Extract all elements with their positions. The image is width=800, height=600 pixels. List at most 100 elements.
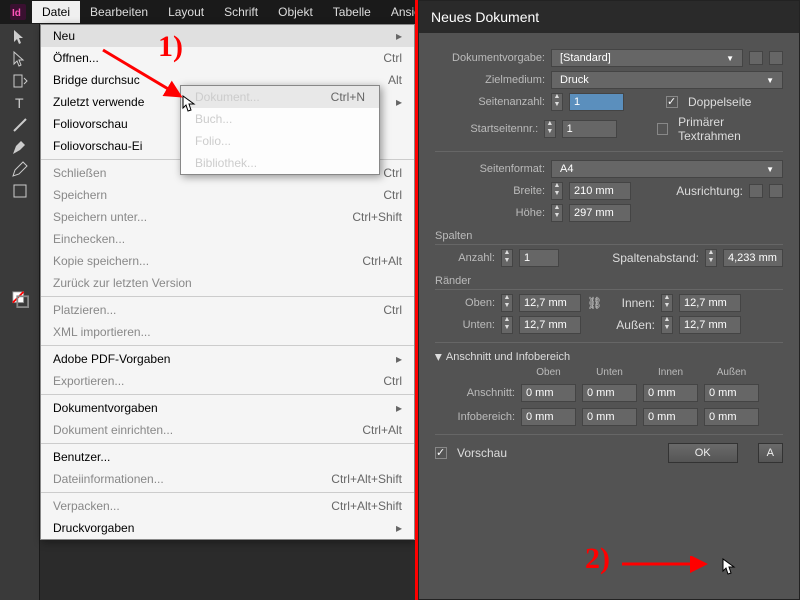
menu-item[interactable]: Dokumentvorgaben ▸ [41, 397, 414, 419]
fill-stroke-swatch[interactable] [11, 290, 29, 308]
margin-outside-input[interactable] [679, 316, 741, 334]
slug-bot-input[interactable] [582, 408, 637, 426]
bleed-in-input[interactable] [643, 384, 698, 402]
bleed-disclose-icon[interactable]: ▶ [433, 354, 444, 361]
margin-inside-spinner[interactable]: ▲▼ [661, 294, 673, 312]
pen-tool[interactable] [11, 138, 29, 156]
menu-item[interactable]: Neu ▸ [41, 25, 414, 47]
height-label: Höhe: [435, 207, 545, 219]
menu-item[interactable]: Adobe PDF-Vorgaben ▸ [41, 348, 414, 370]
pageformat-select[interactable]: A4▼ [551, 160, 783, 178]
menu-item[interactable]: Druckvorgaben ▸ [41, 517, 414, 539]
margin-bottom-label: Unten: [435, 319, 495, 331]
menu-item: Verpacken...Ctrl+Alt+Shift [41, 495, 414, 517]
colcount-label: Anzahl: [435, 252, 495, 264]
menu-tabelle[interactable]: Tabelle [323, 1, 381, 23]
menu-item: XML importieren... [41, 321, 414, 343]
menu-item: SpeichernCtrl [41, 184, 414, 206]
app-icon: Id [4, 1, 32, 23]
menu-bearbeiten[interactable]: Bearbeiten [80, 1, 158, 23]
bleed-group-title: Anschnitt und Infobereich [446, 351, 570, 363]
slug-row-label: Infobereich: [435, 411, 515, 423]
menu-item: Exportieren...Ctrl [41, 370, 414, 392]
startpage-spinner[interactable]: ▲▼ [544, 120, 555, 138]
pageformat-label: Seitenformat: [435, 163, 545, 175]
height-input[interactable] [569, 204, 631, 222]
direct-selection-tool[interactable] [11, 50, 29, 68]
startpage-label: Startseitennr.: [435, 123, 538, 135]
cursor-icon-2 [722, 558, 736, 576]
primary-textframe-checkbox[interactable] [657, 123, 668, 135]
pencil-tool[interactable] [11, 160, 29, 178]
file-new-submenu[interactable]: Dokument...Ctrl+NBuch...Folio...Biblioth… [180, 85, 380, 175]
width-input[interactable] [569, 182, 631, 200]
save-preset-icon[interactable] [749, 51, 763, 65]
menu-item: Kopie speichern...Ctrl+Alt [41, 250, 414, 272]
dialog-title: Neues Dokument [419, 1, 799, 33]
facing-pages-checkbox[interactable] [666, 96, 678, 108]
annotation-arrow-1 [95, 46, 195, 106]
svg-text:T: T [15, 95, 24, 111]
facing-pages-label: Doppelseite [688, 95, 751, 109]
menu-item: Speichern unter...Ctrl+Shift [41, 206, 414, 228]
bleed-bot-input[interactable] [582, 384, 637, 402]
col-in: Innen [643, 367, 698, 378]
slug-in-input[interactable] [643, 408, 698, 426]
col-bot: Unten [582, 367, 637, 378]
menu-layout[interactable]: Layout [158, 1, 214, 23]
delete-preset-icon[interactable] [769, 51, 783, 65]
ok-button[interactable]: OK [668, 443, 738, 463]
bleed-top-input[interactable] [521, 384, 576, 402]
menu-item: Dateiinformationen...Ctrl+Alt+Shift [41, 468, 414, 490]
gutter-input[interactable] [723, 249, 783, 267]
height-spinner[interactable]: ▲▼ [551, 204, 563, 222]
line-tool[interactable] [11, 116, 29, 134]
menu-item: Einchecken... [41, 228, 414, 250]
orientation-portrait-icon[interactable] [749, 184, 763, 198]
margin-outside-spinner[interactable]: ▲▼ [661, 316, 673, 334]
preview-checkbox[interactable] [435, 447, 447, 459]
primary-textframe-label: Primärer Textrahmen [678, 115, 783, 143]
width-spinner[interactable]: ▲▼ [551, 182, 563, 200]
bleed-out-input[interactable] [704, 384, 759, 402]
colcount-input[interactable] [519, 249, 559, 267]
margin-inside-input[interactable] [679, 294, 741, 312]
orientation-landscape-icon[interactable] [769, 184, 783, 198]
submenu-item[interactable]: Buch... [181, 108, 379, 130]
page-tool[interactable] [11, 72, 29, 90]
preset-select[interactable]: [Standard]▼ [551, 49, 743, 67]
selection-tool[interactable] [11, 28, 29, 46]
submenu-item[interactable]: Dokument...Ctrl+N [181, 86, 379, 108]
startpage-input[interactable] [562, 120, 617, 138]
preview-label: Vorschau [457, 446, 507, 460]
type-tool[interactable]: T [11, 94, 29, 112]
width-label: Breite: [435, 185, 545, 197]
menu-objekt[interactable]: Objekt [268, 1, 323, 23]
pages-spinner[interactable]: ▲▼ [551, 93, 563, 111]
margin-bottom-input[interactable] [519, 316, 581, 334]
slug-top-input[interactable] [521, 408, 576, 426]
menu-schrift[interactable]: Schrift [214, 1, 268, 23]
margin-bottom-spinner[interactable]: ▲▼ [501, 316, 513, 334]
intent-select[interactable]: Druck▼ [551, 71, 783, 89]
submenu-item[interactable]: Bibliothek... [181, 152, 379, 174]
gutter-label: Spaltenabstand: [565, 251, 699, 265]
link-margins-icon[interactable]: ⛓ [587, 296, 599, 310]
slug-out-input[interactable] [704, 408, 759, 426]
colcount-spinner[interactable]: ▲▼ [501, 249, 513, 267]
margin-top-spinner[interactable]: ▲▼ [501, 294, 513, 312]
gutter-spinner[interactable]: ▲▼ [705, 249, 717, 267]
col-top: Oben [521, 367, 576, 378]
menu-item[interactable]: Benutzer... [41, 446, 414, 468]
submenu-item[interactable]: Folio... [181, 130, 379, 152]
svg-text:Id: Id [12, 8, 21, 19]
margin-top-input[interactable] [519, 294, 581, 312]
cancel-button[interactable]: A [758, 443, 783, 463]
annotation-arrow-2 [620, 556, 720, 576]
columns-group-title: Spalten [435, 230, 783, 245]
preset-label: Dokumentvorgabe: [435, 52, 545, 64]
rectangle-frame-tool[interactable] [11, 182, 29, 200]
pages-input[interactable] [569, 93, 624, 111]
menu-datei[interactable]: Datei [32, 1, 80, 23]
col-out: Außen [704, 367, 759, 378]
